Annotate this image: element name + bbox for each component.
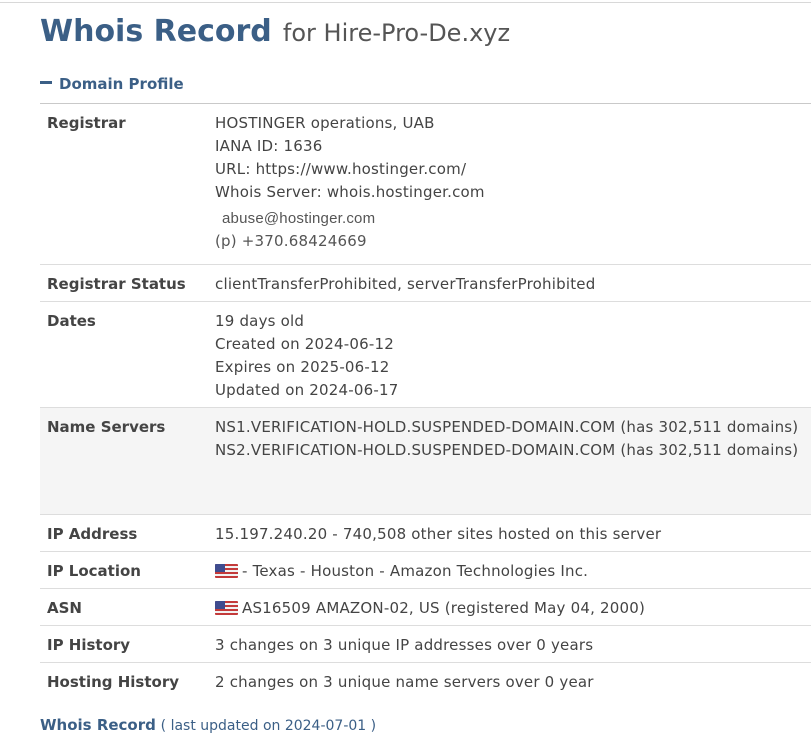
label-registrar-status: Registrar Status bbox=[47, 275, 186, 293]
row-asn: ASN AS16509 AMAZON-02, US (registered Ma… bbox=[40, 589, 811, 626]
asn-text: AS16509 AMAZON-02, US (registered May 04… bbox=[242, 599, 646, 617]
whois-record-footer: Whois Record ( last updated on 2024-07-0… bbox=[40, 715, 376, 736]
name-server-2: NS2.VERIFICATION-HOLD.SUSPENDED-DOMAIN.C… bbox=[215, 441, 799, 459]
domain-profile-toggle[interactable]: Domain Profile bbox=[40, 74, 184, 94]
minus-icon bbox=[40, 81, 52, 84]
label-asn: ASN bbox=[47, 599, 82, 617]
registrar-iana-id: IANA ID: 1636 bbox=[215, 137, 323, 155]
label-hosting-history: Hosting History bbox=[47, 673, 180, 691]
row-dates: Dates 19 days old Created on 2024-06-12 … bbox=[40, 302, 811, 408]
hosting-history-text: 2 changes on 3 unique name servers over … bbox=[215, 673, 594, 691]
value-asn: AS16509 AMAZON-02, US (registered May 04… bbox=[215, 597, 805, 620]
row-hosting-history: Hosting History 2 changes on 3 unique na… bbox=[40, 663, 811, 700]
last-updated-note: ( last updated on 2024-07-01 ) bbox=[160, 718, 377, 734]
row-ip-location: IP Location - Texas - Houston - Amazon T… bbox=[40, 552, 811, 589]
value-name-servers: NS1.VERIFICATION-HOLD.SUSPENDED-DOMAIN.C… bbox=[215, 416, 805, 462]
row-registrar-status: Registrar Status clientTransferProhibite… bbox=[40, 265, 811, 302]
page-title: Whois Record for Hire-Pro-De.xyz bbox=[40, 12, 510, 51]
value-ip-location: - Texas - Houston - Amazon Technologies … bbox=[215, 560, 805, 583]
domain-age: 19 days old bbox=[215, 312, 305, 330]
value-hosting-history: 2 changes on 3 unique name servers over … bbox=[215, 671, 805, 694]
whois-record-link[interactable]: Whois Record bbox=[40, 716, 156, 734]
row-registrar: Registrar HOSTINGER operations, UAB IANA… bbox=[40, 104, 811, 265]
registrar-status-text: clientTransferProhibited, serverTransfer… bbox=[215, 275, 596, 293]
label-ip-address: IP Address bbox=[47, 525, 138, 543]
value-ip-history: 3 changes on 3 unique IP addresses over … bbox=[215, 634, 805, 657]
name-server-1: NS1.VERIFICATION-HOLD.SUSPENDED-DOMAIN.C… bbox=[215, 418, 799, 436]
registrar-whois-server: Whois Server: whois.hostinger.com bbox=[215, 183, 485, 201]
row-name-servers: Name Servers NS1.VERIFICATION-HOLD.SUSPE… bbox=[40, 408, 811, 515]
updated-date: Updated on 2024-06-17 bbox=[215, 381, 399, 399]
top-divider bbox=[0, 2, 811, 3]
us-flag-icon bbox=[215, 601, 238, 615]
value-dates: 19 days old Created on 2024-06-12 Expire… bbox=[215, 310, 805, 402]
registrar-url: URL: https://www.hostinger.com/ bbox=[215, 160, 467, 178]
expires-date: Expires on 2025-06-12 bbox=[215, 358, 390, 376]
ip-history-text: 3 changes on 3 unique IP addresses over … bbox=[215, 636, 594, 654]
value-registrar-status: clientTransferProhibited, serverTransfer… bbox=[215, 273, 805, 296]
ip-address-text: 15.197.240.20 - 740,508 other sites host… bbox=[215, 525, 662, 543]
label-registrar: Registrar bbox=[47, 114, 126, 132]
domain-profile-heading: Domain Profile bbox=[59, 75, 184, 93]
us-flag-icon bbox=[215, 564, 238, 578]
registrar-abuse-email: abuse@hostinger.com bbox=[222, 210, 376, 227]
label-name-servers: Name Servers bbox=[47, 418, 166, 436]
registrar-phone: (p) +370.68424669 bbox=[215, 232, 367, 250]
domain-profile-table: Registrar HOSTINGER operations, UAB IANA… bbox=[40, 103, 811, 700]
page-title-domain: for Hire-Pro-De.xyz bbox=[282, 19, 511, 47]
value-ip-address: 15.197.240.20 - 740,508 other sites host… bbox=[215, 523, 805, 546]
row-ip-address: IP Address 15.197.240.20 - 740,508 other… bbox=[40, 515, 811, 552]
registrar-name: HOSTINGER operations, UAB bbox=[215, 114, 435, 132]
label-ip-history: IP History bbox=[47, 636, 131, 654]
row-ip-history: IP History 3 changes on 3 unique IP addr… bbox=[40, 626, 811, 663]
ip-location-text: - Texas - Houston - Amazon Technologies … bbox=[242, 562, 589, 580]
label-ip-location: IP Location bbox=[47, 562, 141, 580]
created-date: Created on 2024-06-12 bbox=[215, 335, 394, 353]
page-title-main: Whois Record bbox=[40, 14, 272, 49]
value-registrar: HOSTINGER operations, UAB IANA ID: 1636 … bbox=[215, 112, 805, 253]
label-dates: Dates bbox=[47, 312, 96, 330]
